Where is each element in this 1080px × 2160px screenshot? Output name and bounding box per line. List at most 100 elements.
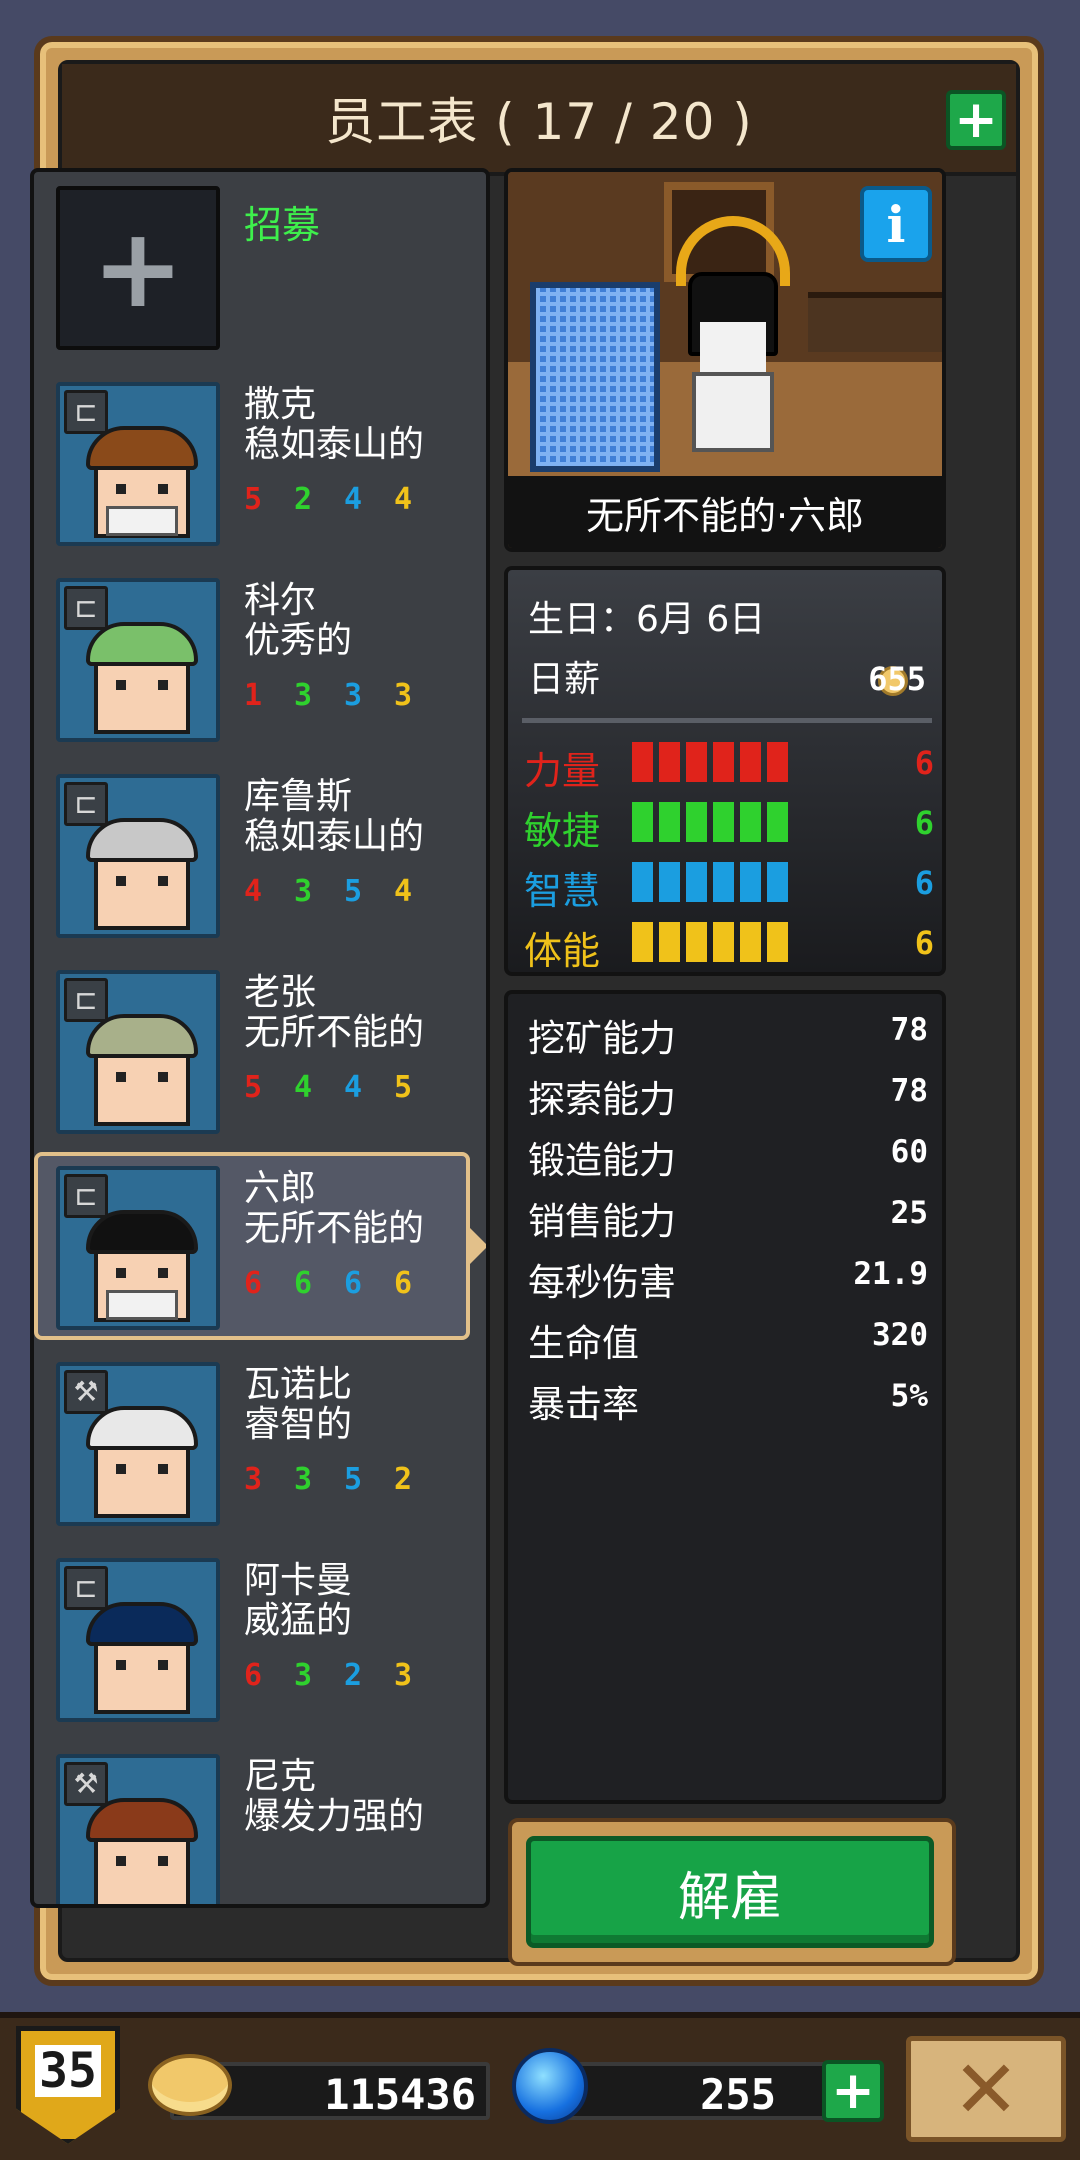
- employee-portrait[interactable]: ⊏: [56, 970, 220, 1134]
- bed-icon: ⊏: [64, 1566, 108, 1610]
- attribute-bar: [632, 922, 788, 962]
- plus-icon: +: [831, 2061, 875, 2121]
- fire-button-frame: 解雇: [508, 1818, 956, 1966]
- employee-eyes: [116, 1464, 168, 1474]
- employee-item[interactable]: ⊏ 六郎 无所不能的 6 6 6 6: [34, 1152, 486, 1348]
- attribute-bar-segment: [713, 802, 734, 842]
- employee-stats: 5445: [244, 1070, 444, 1105]
- employee-portrait[interactable]: ⊏: [56, 578, 220, 742]
- employee-item[interactable]: ⊏ 撒克 稳如泰山的 5 2 4 4: [34, 368, 486, 564]
- employee-title: 睿智的: [244, 1404, 353, 1445]
- attribute-bar-segment: [713, 922, 734, 962]
- employee-list[interactable]: + 招募 ⊏ 撒克 稳如泰山的 5 2 4 4 ⊏ 科尔 优秀的 1 3 3 3 ⊏ 库鲁斯 稳如泰山的 4 3 5 4…: [30, 168, 490, 1908]
- employee-item[interactable]: ⊏ 库鲁斯 稳如泰山的 4 3 5 4: [34, 760, 486, 956]
- employee-title: 无所不能的: [244, 1012, 425, 1053]
- employee-stat: 6: [294, 1266, 313, 1301]
- attribute-bar-segment: [632, 802, 653, 842]
- recruit-item[interactable]: + 招募: [34, 172, 486, 368]
- ability-row: 生命值 320: [528, 1313, 928, 1365]
- title-bar: 员工表 ( 17 / 20 ) +: [62, 64, 1016, 176]
- employee-eyes: [116, 876, 168, 886]
- attribute-row: 智慧 6: [524, 854, 934, 913]
- hammer-icon: ⚒: [64, 1370, 108, 1414]
- bed-icon: ⊏: [64, 390, 108, 434]
- buy-gems-button[interactable]: +: [822, 2060, 884, 2122]
- employee-item[interactable]: ⊏ 科尔 优秀的 1 3 3 3: [34, 564, 486, 760]
- plus-icon: +: [91, 204, 185, 332]
- employee-stat: 5: [394, 1070, 413, 1105]
- level-badge[interactable]: 35: [16, 2026, 120, 2144]
- attribute-bar-segment: [767, 802, 788, 842]
- ability-label: 锻造能力: [528, 1139, 676, 1182]
- employee-item[interactable]: ⊏ 老张 无所不能的 5 4 4 5: [34, 956, 486, 1152]
- employee-eyes: [116, 1268, 168, 1278]
- salary-label: 日薪: [528, 659, 601, 700]
- employee-item[interactable]: ⚒ 尼克 爆发力强的: [34, 1740, 486, 1904]
- attribute-label: 敏捷: [524, 809, 601, 853]
- employee-portrait[interactable]: ⊏: [56, 1166, 220, 1330]
- attribute-bar-segment: [659, 802, 680, 842]
- employee-stat: 2: [394, 1462, 413, 1497]
- employee-stat: 4: [344, 482, 363, 517]
- employee-stat: 6: [244, 1658, 263, 1693]
- attribute-value: 6: [914, 924, 934, 962]
- birthday: 生日：6月 6日: [528, 599, 766, 640]
- player-level: 35: [35, 2045, 101, 2097]
- attribute-bar-segment: [767, 742, 788, 782]
- employee-title: 无所不能的: [244, 1208, 425, 1249]
- gem-icon: [512, 2048, 588, 2124]
- employee-title: 优秀的: [244, 620, 353, 661]
- employee-name: 科尔: [244, 580, 317, 621]
- recruit-slot[interactable]: +: [56, 186, 220, 350]
- employee-eyes: [116, 1856, 168, 1866]
- employee-portrait[interactable]: ⊏: [56, 774, 220, 938]
- employee-eyes: [116, 680, 168, 690]
- employee-stat: 6: [244, 1266, 263, 1301]
- employee-stat: 4: [344, 1070, 363, 1105]
- ability-row: 锻造能力 60: [528, 1130, 928, 1182]
- employee-item[interactable]: ⚒ 瓦诺比 睿智的 3 3 5 2: [34, 1348, 486, 1544]
- attribute-bar-segment: [740, 862, 761, 902]
- employee-stat: 3: [394, 1658, 413, 1693]
- employee-stat: 4: [394, 874, 413, 909]
- ability-value: 5%: [890, 1378, 928, 1414]
- bed-icon: ⊏: [64, 978, 108, 1022]
- info-icon: i: [886, 194, 906, 254]
- character-preview: i 无所不能的·六郎: [504, 168, 946, 552]
- employee-eyes: [116, 484, 168, 494]
- attribute-bar-segment: [767, 862, 788, 902]
- employee-item[interactable]: ⊏ 阿卡曼 威猛的 6 3 2 3: [34, 1544, 486, 1740]
- employee-beard: [106, 1290, 178, 1320]
- ability-label: 生命值: [528, 1322, 639, 1365]
- attribute-value: 6: [914, 804, 934, 842]
- employee-portrait[interactable]: ⊏: [56, 1558, 220, 1722]
- employee-portrait[interactable]: ⚒: [56, 1754, 220, 1904]
- attribute-bar-segment: [713, 862, 734, 902]
- ability-label: 挖矿能力: [528, 1017, 676, 1060]
- add-slot-button[interactable]: +: [946, 90, 1006, 150]
- employee-stat: 5: [344, 1462, 363, 1497]
- attribute-label: 力量: [524, 749, 601, 793]
- attribute-bar-segment: [686, 742, 707, 782]
- employee-title: 爆发力强的: [244, 1796, 425, 1837]
- info-button[interactable]: i: [860, 186, 932, 262]
- attribute-bar-segment: [659, 742, 680, 782]
- gem-amount: 255: [700, 2070, 776, 2119]
- attribute-bar-segment: [632, 862, 653, 902]
- attribute-bar: [632, 862, 788, 902]
- fire-button[interactable]: 解雇: [526, 1836, 934, 1948]
- close-button[interactable]: ✕: [906, 2036, 1066, 2142]
- employee-portrait[interactable]: ⚒: [56, 1362, 220, 1526]
- employee-eyes: [116, 1072, 168, 1082]
- bed-image: [530, 282, 660, 472]
- employee-beard: [106, 506, 178, 536]
- ability-value: 25: [890, 1195, 928, 1231]
- plus-icon: +: [954, 90, 998, 150]
- attribute-bar-segment: [632, 742, 653, 782]
- divider: [522, 718, 932, 723]
- ability-row: 探索能力 78: [528, 1069, 928, 1121]
- employee-portrait[interactable]: ⊏: [56, 382, 220, 546]
- employee-stat: 4: [294, 1070, 313, 1105]
- attribute-row: 体能 6: [524, 914, 934, 973]
- employee-stat: 3: [294, 678, 313, 713]
